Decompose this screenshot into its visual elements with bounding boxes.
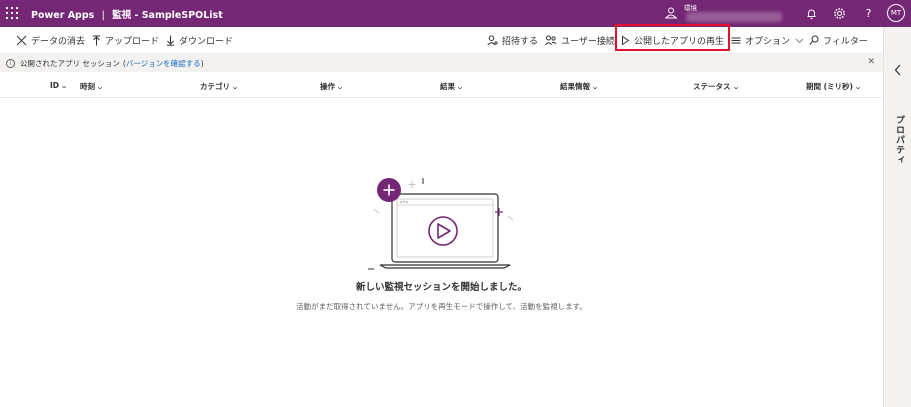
- chevron-down-icon: ⌄: [591, 82, 600, 91]
- column-header-row: ID⌄ 時刻⌄ カテゴリ⌄ 操作⌄ 結果⌄ 結果情報⌄ ステータス⌄ 期間 (ミ…: [0, 72, 883, 98]
- column-label: ステータス: [693, 82, 731, 91]
- settings-gear-icon[interactable]: [832, 6, 847, 21]
- options-list-icon: [731, 37, 741, 44]
- filter-button[interactable]: フィルター: [809, 33, 868, 48]
- environment-label: 環境: [684, 4, 697, 12]
- filter-label: フィルター: [823, 37, 868, 47]
- app-name[interactable]: Power Apps: [31, 10, 94, 21]
- column-result[interactable]: 結果⌄: [440, 81, 465, 92]
- title-separator: |: [101, 10, 105, 21]
- close-x-icon: [16, 35, 27, 46]
- column-label: 操作: [320, 82, 335, 91]
- page-title: 監視 - SampleSPOList: [112, 10, 223, 21]
- search-icon: [809, 35, 819, 45]
- connect-user-button[interactable]: ユーザー接続: [545, 33, 615, 48]
- upload-label: アップロード: [105, 37, 160, 47]
- chevron-left-icon[interactable]: [894, 64, 902, 76]
- column-duration[interactable]: 期間 (ミリ秒)⌄: [806, 81, 863, 92]
- app-title: Power Apps | 監視 - SampleSPOList: [31, 7, 223, 21]
- column-label: 結果: [440, 82, 455, 91]
- column-status[interactable]: ステータス⌄: [693, 81, 740, 92]
- column-label: 期間 (ミリ秒): [806, 82, 853, 91]
- person-add-icon: [487, 35, 498, 46]
- column-label: カテゴリ: [200, 82, 230, 91]
- column-category[interactable]: カテゴリ⌄: [200, 81, 240, 92]
- environment-icon[interactable]: [664, 7, 678, 19]
- people-connect-icon: [545, 35, 557, 46]
- command-bar: データの消去 アップロード ダウンロード 招待する ユーザー接続 公開したアプリ…: [0, 27, 883, 54]
- upload-arrow-icon: [93, 35, 100, 46]
- download-label: ダウンロード: [179, 37, 234, 47]
- options-label: オプション: [745, 37, 791, 47]
- info-bar: i 公開されたアプリ セッション ( バージョンを確認する ) ✕: [0, 54, 883, 72]
- options-button[interactable]: オプション: [731, 33, 804, 48]
- column-time[interactable]: 時刻⌄: [80, 81, 105, 92]
- column-result-info[interactable]: 結果情報⌄: [560, 81, 600, 92]
- download-button[interactable]: ダウンロード: [166, 33, 233, 48]
- environment-name-redacted[interactable]: [686, 12, 782, 22]
- laptop-play-illustration: [368, 178, 514, 270]
- chevron-down-icon: ⌄: [456, 82, 465, 91]
- check-version-link[interactable]: バージョンを確認する: [126, 58, 201, 69]
- column-label: 時刻: [80, 82, 95, 91]
- empty-state-subtitle: 活動がまだ取得されていません。アプリを再生モードで操作して、活動を監視します。: [296, 302, 587, 311]
- chevron-down-icon: ⌄: [731, 82, 740, 91]
- chevron-down-icon: ⌄: [231, 82, 240, 91]
- clear-data-label: データの消去: [31, 37, 86, 47]
- chevron-down-icon: ⌄: [854, 82, 863, 91]
- column-label: ID: [50, 81, 60, 90]
- info-icon: i: [6, 58, 15, 68]
- notification-bell-icon[interactable]: [804, 6, 819, 21]
- download-arrow-icon: [167, 35, 174, 46]
- user-avatar[interactable]: MT: [887, 4, 905, 22]
- invite-button[interactable]: 招待する: [487, 33, 538, 48]
- connect-user-label: ユーザー接続: [561, 37, 615, 47]
- chevron-down-icon: ⌄: [60, 81, 69, 90]
- chevron-down-icon: ⌄: [336, 82, 345, 91]
- clear-data-button[interactable]: データの消去: [16, 33, 85, 48]
- column-label: 結果情報: [560, 82, 590, 91]
- column-id[interactable]: ID⌄: [50, 81, 69, 90]
- app-launcher-icon[interactable]: [6, 7, 18, 19]
- info-close-paren: ): [200, 58, 204, 68]
- invite-label: 招待する: [502, 37, 539, 47]
- column-operation[interactable]: 操作⌄: [320, 81, 345, 92]
- empty-state-title: 新しい監視セッションを開始しました。: [355, 282, 527, 293]
- app-header: Power Apps | 監視 - SampleSPOList 環境 ? MT: [0, 0, 911, 27]
- highlight-box: [615, 24, 730, 51]
- close-icon[interactable]: ✕: [867, 57, 875, 67]
- info-text: 公開されたアプリ セッション: [20, 58, 120, 68]
- help-icon[interactable]: ?: [861, 6, 876, 21]
- upload-button[interactable]: アップロード: [92, 33, 159, 48]
- properties-label[interactable]: プロパティ: [893, 115, 906, 165]
- chevron-down-icon: [795, 38, 804, 44]
- properties-panel: プロパティ: [883, 27, 911, 407]
- chevron-down-icon: ⌄: [96, 82, 105, 91]
